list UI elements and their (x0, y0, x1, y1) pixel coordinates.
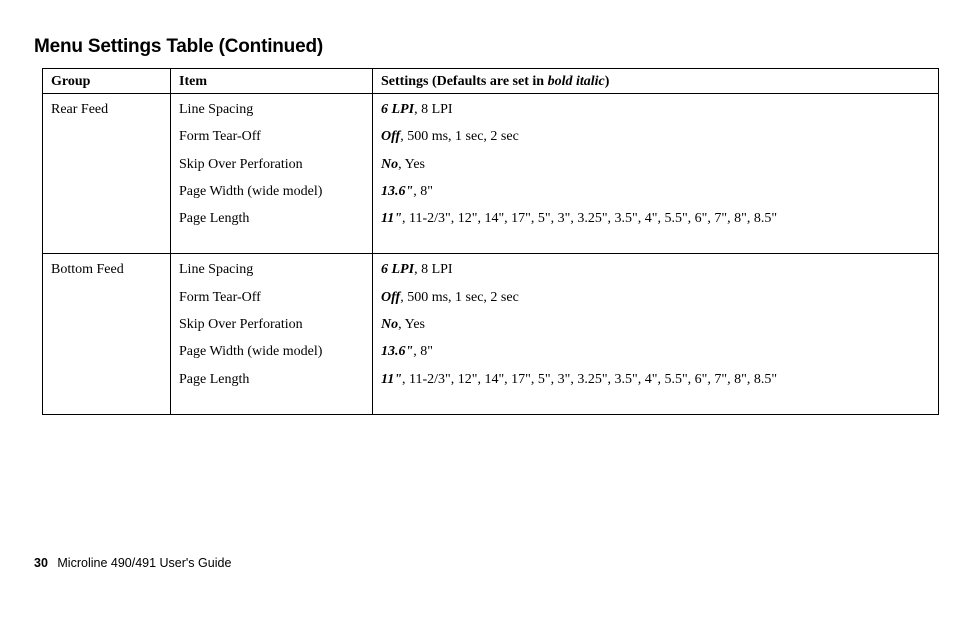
group-name: Bottom Feed (43, 254, 171, 284)
settings-cell: 13.6", 8" (373, 338, 939, 365)
item-name: Page Length (171, 205, 373, 254)
setting-default: Off (381, 290, 400, 305)
table-row: Form Tear-Off Off, 500 ms, 1 sec, 2 sec (43, 284, 939, 311)
book-title: Microline 490/491 User's Guide (57, 556, 231, 570)
setting-rest: , 500 ms, 1 sec, 2 sec (400, 290, 519, 305)
table-row: Page Length 11", 11-2/3", 12", 14", 17",… (43, 205, 939, 254)
setting-rest: , 8 LPI (414, 262, 453, 277)
document-page: Menu Settings Table (Continued) Group It… (0, 0, 954, 618)
settings-cell: No, Yes (373, 151, 939, 178)
item-name: Skip Over Perforation (171, 151, 373, 178)
item-name: Form Tear-Off (171, 284, 373, 311)
header-item: Item (171, 69, 373, 94)
setting-default: No (381, 317, 398, 332)
setting-rest: , 11-2/3", 12", 14", 17", 5", 3", 3.25",… (402, 211, 777, 226)
item-name: Page Width (wide model) (171, 178, 373, 205)
table-row: Rear Feed Line Spacing 6 LPI, 8 LPI (43, 94, 939, 124)
settings-cell: 6 LPI, 8 LPI (373, 94, 939, 124)
setting-default: 6 LPI (381, 262, 414, 277)
table-row: Skip Over Perforation No, Yes (43, 311, 939, 338)
settings-cell: 13.6", 8" (373, 178, 939, 205)
item-name: Line Spacing (171, 254, 373, 284)
table-row: Skip Over Perforation No, Yes (43, 151, 939, 178)
group-name: Rear Feed (43, 94, 171, 124)
settings-cell: No, Yes (373, 311, 939, 338)
setting-default: No (381, 157, 398, 172)
header-settings-emph: bold italic (548, 74, 605, 89)
setting-default: 13.6" (381, 344, 413, 359)
setting-rest: , Yes (398, 317, 425, 332)
setting-rest: , 8" (413, 184, 433, 199)
setting-default: 11" (381, 372, 402, 387)
settings-cell: Off, 500 ms, 1 sec, 2 sec (373, 123, 939, 150)
setting-rest: , 11-2/3", 12", 14", 17", 5", 3", 3.25",… (402, 372, 777, 387)
settings-table: Group Item Settings (Defaults are set in… (42, 68, 939, 415)
table-row: Page Width (wide model) 13.6", 8" (43, 338, 939, 365)
setting-rest: , 8 LPI (414, 102, 453, 117)
item-name: Page Length (171, 366, 373, 415)
settings-cell: 11", 11-2/3", 12", 14", 17", 5", 3", 3.2… (373, 366, 939, 415)
item-name: Skip Over Perforation (171, 311, 373, 338)
item-name: Form Tear-Off (171, 123, 373, 150)
item-name: Line Spacing (171, 94, 373, 124)
settings-cell: Off, 500 ms, 1 sec, 2 sec (373, 284, 939, 311)
setting-rest: , 8" (413, 344, 433, 359)
settings-cell: 6 LPI, 8 LPI (373, 254, 939, 284)
setting-rest: , 500 ms, 1 sec, 2 sec (400, 129, 519, 144)
header-settings-prefix: Settings (Defaults are set in (381, 74, 548, 89)
page-footer: 30 Microline 490/491 User's Guide (34, 556, 231, 570)
header-group: Group (43, 69, 171, 94)
setting-default: 6 LPI (381, 102, 414, 117)
table-row: Form Tear-Off Off, 500 ms, 1 sec, 2 sec (43, 123, 939, 150)
table-header-row: Group Item Settings (Defaults are set in… (43, 69, 939, 94)
setting-default: 13.6" (381, 184, 413, 199)
setting-default: 11" (381, 211, 402, 226)
settings-cell: 11", 11-2/3", 12", 14", 17", 5", 3", 3.2… (373, 205, 939, 254)
header-settings-suffix: ) (605, 74, 610, 89)
header-settings: Settings (Defaults are set in bold itali… (373, 69, 939, 94)
item-name: Page Width (wide model) (171, 338, 373, 365)
table-row: Bottom Feed Line Spacing 6 LPI, 8 LPI (43, 254, 939, 284)
table-row: Page Width (wide model) 13.6", 8" (43, 178, 939, 205)
page-title: Menu Settings Table (Continued) (34, 36, 932, 58)
page-number: 30 (34, 556, 48, 570)
table-row: Page Length 11", 11-2/3", 12", 14", 17",… (43, 366, 939, 415)
table-body: Rear Feed Line Spacing 6 LPI, 8 LPI Form… (43, 94, 939, 415)
setting-rest: , Yes (398, 157, 425, 172)
setting-default: Off (381, 129, 400, 144)
